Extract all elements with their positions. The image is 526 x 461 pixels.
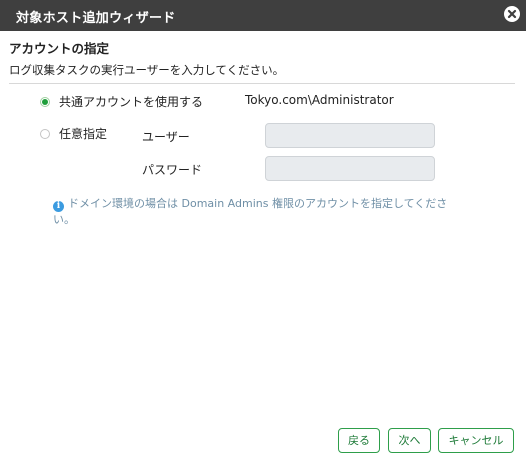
radio-shared-account[interactable]: 共通アカウントを使用する [40,93,203,110]
section-title: アカウントの指定 [9,41,110,56]
password-field[interactable] [265,156,435,181]
radio-custom-account[interactable]: 任意指定 [40,125,107,142]
close-icon [507,9,517,19]
close-button[interactable] [504,6,520,22]
info-icon: i [53,201,64,212]
next-button[interactable]: 次へ [388,428,431,453]
radio-custom-label: 任意指定 [59,127,108,141]
shared-account-value: Tokyo.com\Administrator [245,93,394,107]
info-message: i ドメイン環境の場合は Domain Admins 権限のアカウントを指定してく… [53,196,453,228]
wizard-dialog: 対象ホスト追加ウィザード アカウントの指定 ログ収集タスクの実行ユーザーを入力し… [0,0,526,461]
info-text: ドメイン環境の場合は Domain Admins 権限のアカウントを指定してくだ… [53,197,448,226]
dialog-title: 対象ホスト追加ウィザード [16,11,176,26]
user-field[interactable] [265,123,435,148]
user-label: ユーザー [142,130,190,144]
radio-shared-label: 共通アカウントを使用する [59,95,204,109]
title-bar: 対象ホスト追加ウィザード [0,0,526,31]
cancel-button[interactable]: キャンセル [438,428,514,453]
radio-button-unchecked[interactable] [40,128,50,139]
radio-button-checked[interactable] [40,96,50,107]
password-label: パスワード [142,163,203,177]
divider [9,83,515,84]
section-description: ログ収集タスクの実行ユーザーを入力してください。 [9,63,285,77]
back-button[interactable]: 戻る [338,428,380,453]
